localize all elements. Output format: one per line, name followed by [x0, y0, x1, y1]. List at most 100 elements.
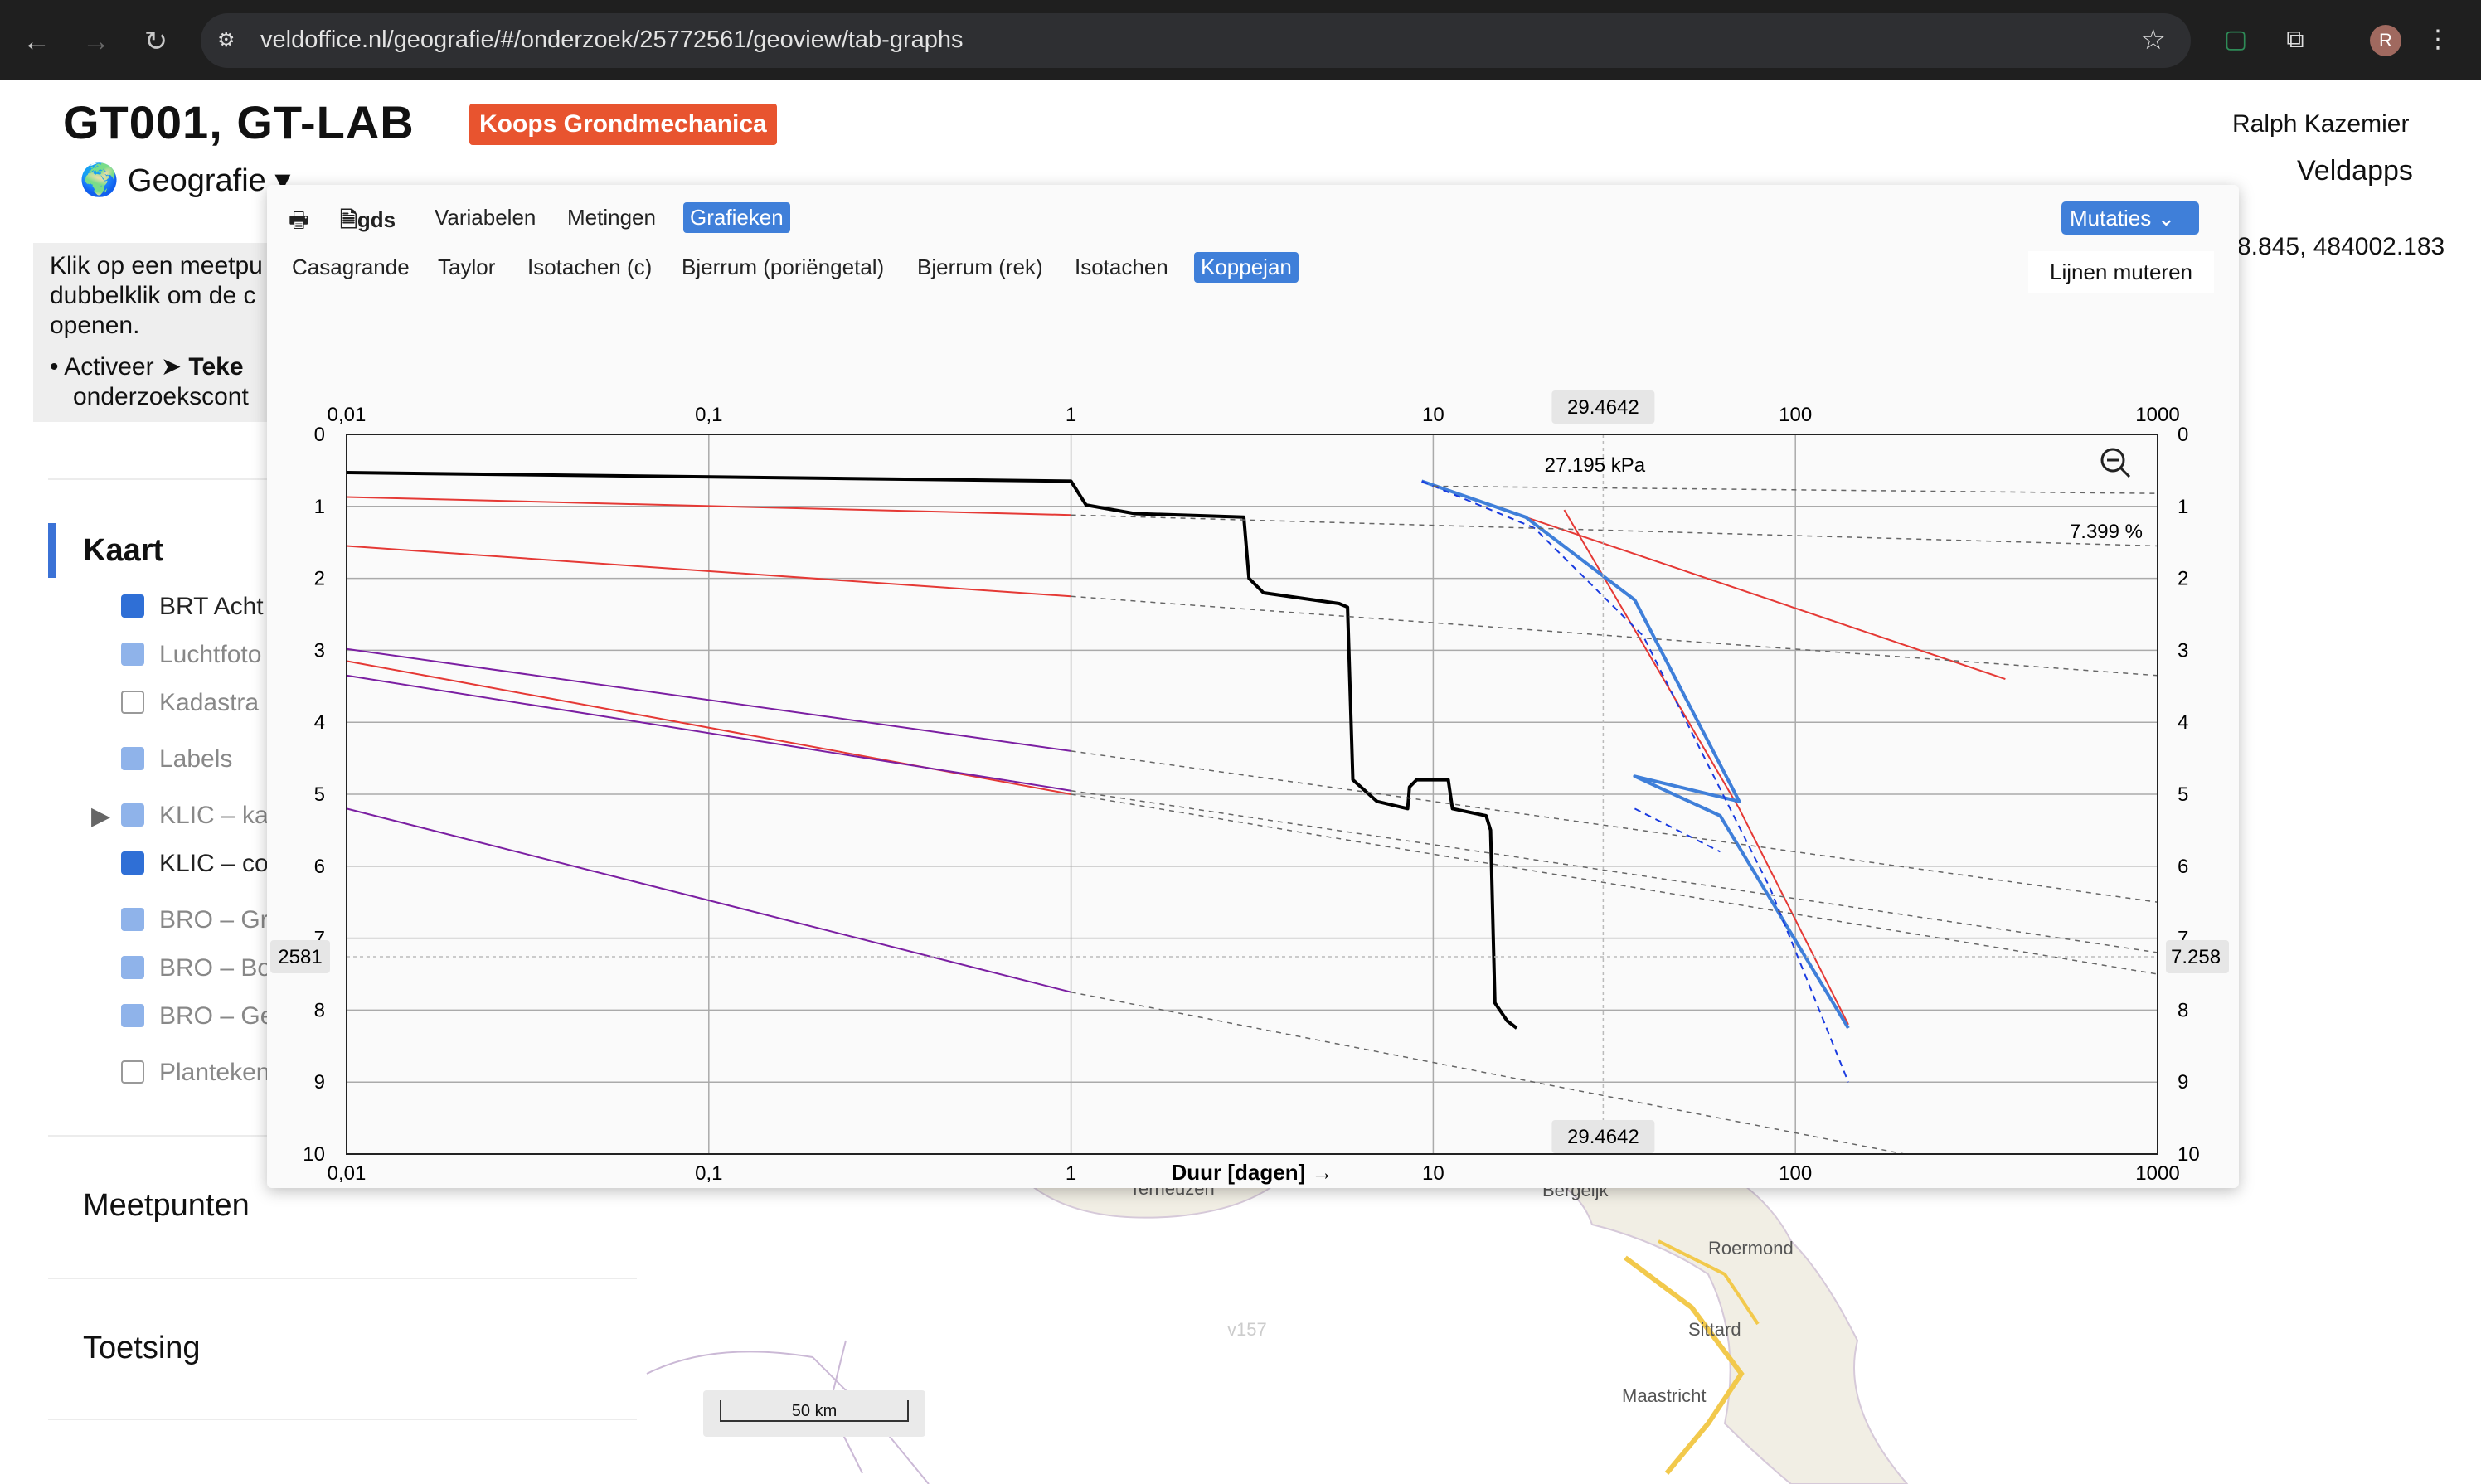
crosshair-tag-text: 29.4642	[1567, 396, 1639, 419]
x-axis-label: Duur [dagen] →	[1172, 1160, 1333, 1185]
globe-icon: 🌍	[80, 163, 119, 198]
screen-capture-icon[interactable]: ▢	[2219, 23, 2252, 56]
x-tick-label-bottom: 1000	[2135, 1162, 2179, 1185]
graph-dialog: 🖶 🗎gds Variabelen Metingen Grafieken Mut…	[267, 185, 2239, 1188]
crosshair-x-top: 29.4642	[1551, 390, 1655, 424]
site-settings-icon[interactable]: ⚙	[217, 28, 242, 53]
road-label: v157	[1227, 1319, 1267, 1340]
y-tick-label-left: 0	[314, 424, 325, 446]
layer-checkbox[interactable]	[121, 1004, 144, 1027]
forward-icon[interactable]: →	[76, 22, 116, 61]
layer-label: KLIC – co	[159, 850, 269, 877]
coordinate-readout: 8.845, 484002.183	[2237, 233, 2445, 260]
layer-label: Labels	[159, 745, 233, 773]
divider	[48, 1419, 637, 1420]
layer-label: BRT Acht	[159, 593, 264, 620]
strain-annotation: 7.399 %	[2070, 521, 2143, 543]
help-text: Klik op een meetpu	[50, 252, 263, 279]
layer-checkbox[interactable]	[121, 747, 144, 770]
extensions-icon[interactable]: ⧉	[2279, 23, 2312, 56]
user-name[interactable]: Ralph Kazemier	[2232, 110, 2409, 138]
y-tick-label-left: 1	[314, 496, 325, 518]
y-tick-label-right: 9	[2178, 1071, 2188, 1094]
crosshair-y-right: 7.258	[2166, 939, 2229, 973]
layer-checkbox[interactable]	[121, 594, 144, 618]
url-text[interactable]: veldoffice.nl/geografie/#/onderzoek/2577…	[260, 27, 964, 54]
layer-label: Luchtfoto	[159, 641, 262, 668]
layer-labels[interactable]: Labels	[121, 745, 232, 774]
y-tick-label-left: 3	[314, 639, 325, 662]
layer-bro-bo[interactable]: BRO – Bo	[121, 954, 271, 982]
y-tick-label-right: 8	[2178, 999, 2188, 1021]
back-icon[interactable]: ←	[17, 22, 56, 61]
app-page: Terneuzen Bergeijk Roermond Sittard Maas…	[0, 80, 2481, 1484]
bookmark-star-icon[interactable]: ☆	[2141, 23, 2166, 56]
x-tick-label-top: 0,1	[695, 404, 722, 426]
x-tick-label-top: 10	[1422, 404, 1444, 426]
browser-toolbar: ← → ↻ ⚙ veldoffice.nl/geografie/#/onderz…	[0, 0, 2481, 80]
section-kaart[interactable]: Kaart	[83, 533, 163, 569]
data-series-line[interactable]	[1071, 514, 2158, 547]
chart-series	[346, 471, 2158, 1155]
layer-klic-contour[interactable]: KLIC – co	[121, 850, 269, 878]
layer-checkbox[interactable]	[121, 1060, 144, 1084]
y-tick-label-left: 4	[314, 711, 325, 734]
layer-plantekeningen[interactable]: Planteken	[121, 1059, 269, 1087]
scale-bar: 50 km	[703, 1390, 925, 1437]
data-series-line[interactable]	[1563, 509, 1849, 1026]
layer-brt[interactable]: BRT Acht	[121, 593, 264, 621]
x-tick-label-bottom: 0,01	[328, 1162, 367, 1185]
y-tick-label-right: 10	[2178, 1143, 2200, 1166]
layer-checkbox[interactable]	[121, 908, 144, 931]
town-label: Maastricht	[1622, 1385, 1707, 1406]
address-bar[interactable]: ⚙ veldoffice.nl/geografie/#/onderzoek/25…	[201, 13, 2191, 68]
section-meetpunten[interactable]: Meetpunten	[83, 1188, 250, 1224]
koppejan-chart[interactable]: 0,010,010,10,1111010100100100010000 01 12 2…	[267, 185, 2239, 1188]
expand-caret-icon[interactable]: ▶	[91, 802, 110, 831]
load-annotation: 27.195 kPa	[1545, 454, 1646, 477]
help-bullet: • Activeer ➤ Teke	[50, 353, 244, 381]
layer-luchtfoto[interactable]: Luchtfoto	[121, 641, 261, 669]
layer-kadastraal[interactable]: Kadastra	[121, 689, 259, 717]
zoom-out-icon[interactable]	[2100, 448, 2131, 478]
layer-checkbox[interactable]	[121, 851, 144, 875]
data-series-line[interactable]	[1071, 750, 2158, 903]
help-bullet-text: Activeer	[64, 353, 154, 381]
layer-bro-gr[interactable]: BRO – Gr	[121, 906, 269, 934]
help-panel: Klik op een meetpu dubbelklik om de c op…	[33, 243, 282, 422]
layer-label: Kadastra	[159, 689, 260, 716]
layer-checkbox[interactable]	[121, 803, 144, 827]
reload-icon[interactable]: ↻	[136, 22, 176, 61]
y-tick-label-left: 2	[314, 568, 325, 590]
y-tick-label-right: 0	[2178, 424, 2188, 446]
data-series-line[interactable]	[1071, 991, 1905, 1155]
data-series-line[interactable]	[346, 471, 1518, 1030]
data-series-line[interactable]	[1071, 793, 2158, 975]
scale-bar-label: 50 km	[791, 1402, 838, 1420]
x-tick-label-top: 1000	[2135, 404, 2179, 426]
data-series-line[interactable]	[1071, 789, 2158, 953]
data-series-line[interactable]	[1634, 807, 1721, 853]
layer-checkbox[interactable]	[121, 691, 144, 714]
help-bullet-bold: Teke	[188, 353, 244, 381]
layer-bro-ge[interactable]: BRO – Ge	[121, 1002, 274, 1031]
y-tick-label-right: 4	[2178, 711, 2188, 734]
y-tick-label-right: 6	[2178, 856, 2188, 878]
layer-checkbox[interactable]	[121, 643, 144, 666]
cursor-icon: ➤	[160, 353, 182, 381]
y-tick-label-right: 5	[2178, 783, 2188, 806]
layer-klic-kabels[interactable]: ▶ KLIC – ka	[91, 802, 269, 830]
profile-avatar[interactable]: R	[2370, 25, 2401, 56]
section-dropdown[interactable]: 🌍 Geografie ▾	[80, 162, 290, 199]
section-toetsing[interactable]: Toetsing	[83, 1331, 201, 1366]
menu-kebab-icon[interactable]: ⋮	[2421, 23, 2454, 56]
data-series-line[interactable]	[1420, 479, 1850, 1030]
y-tick-label-right: 3	[2178, 639, 2188, 662]
crosshair-tag-text: 7.258	[2171, 946, 2221, 968]
data-series-line[interactable]	[1421, 480, 1849, 1083]
help-text: openen.	[50, 312, 140, 339]
y-tick-label-left: 5	[314, 783, 325, 806]
layer-checkbox[interactable]	[121, 956, 144, 979]
town-label: Roermond	[1708, 1238, 1794, 1258]
town-label: Sittard	[1688, 1319, 1741, 1340]
